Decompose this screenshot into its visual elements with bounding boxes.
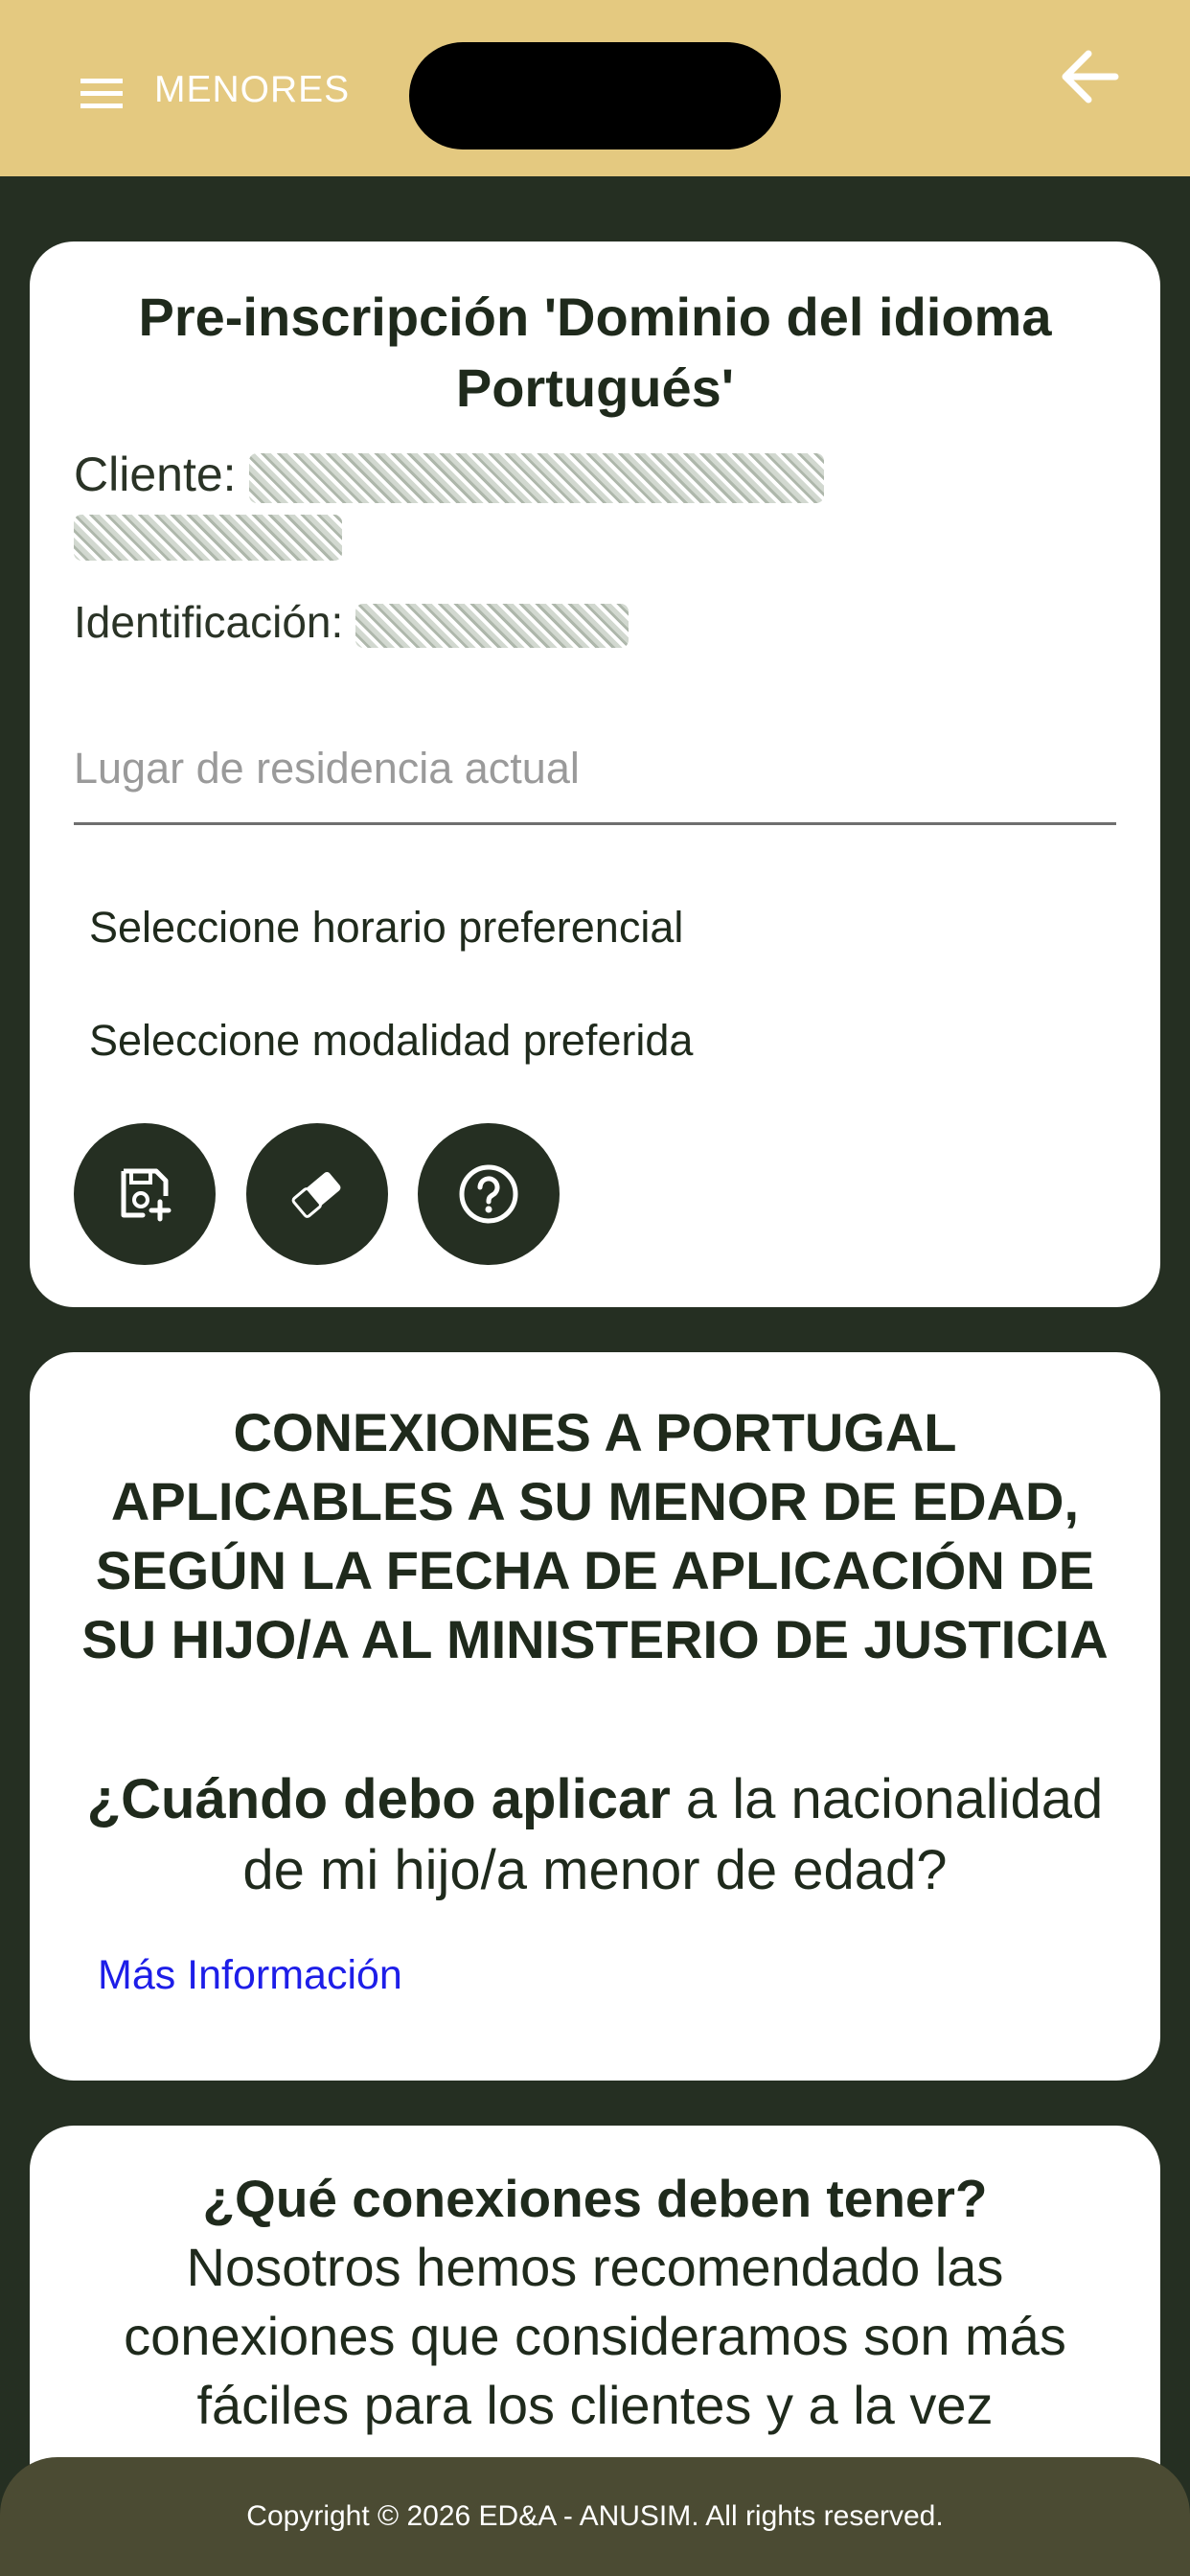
camera-notch xyxy=(409,42,781,150)
redacted-client-name xyxy=(249,452,825,503)
identification-row: Identificación: xyxy=(74,596,629,648)
schedule-select[interactable]: Seleccione horario preferencial xyxy=(89,903,683,953)
residence-input[interactable] xyxy=(74,730,1116,807)
footer: Copyright © 2026 ED&A - ANUSIM. All righ… xyxy=(0,2457,1190,2576)
redacted-identification xyxy=(355,603,629,648)
connections-question: ¿Cuándo debo aplicar a la nacionalidad d… xyxy=(30,1764,1160,1906)
client-label: Cliente: xyxy=(74,448,237,501)
identification-label: Identificación: xyxy=(74,597,344,647)
preinscription-card: Pre-inscripción 'Dominio del idioma Port… xyxy=(30,242,1160,1307)
save-button[interactable] xyxy=(74,1123,216,1265)
connections-card: CONEXIONES A PORTUGAL APLICABLES A SU ME… xyxy=(30,1352,1160,2081)
save-add-icon xyxy=(121,1168,172,1222)
hamburger-menu-icon[interactable] xyxy=(80,77,125,111)
top-app-bar: MENORES xyxy=(0,0,1190,176)
recommendation-title: ¿Qué conexiones deben tener? xyxy=(202,2169,988,2228)
clear-button[interactable] xyxy=(246,1123,388,1265)
page-title: MENORES xyxy=(154,69,351,110)
more-info-link[interactable]: Más Información xyxy=(98,1952,402,1999)
connections-title: CONEXIONES A PORTUGAL APLICABLES A SU ME… xyxy=(81,1402,1109,1669)
arrow-left-icon[interactable] xyxy=(1060,48,1119,105)
client-row: Cliente: xyxy=(74,447,825,561)
help-button[interactable] xyxy=(418,1123,560,1265)
help-circle-icon xyxy=(459,1164,518,1224)
copyright-text: Copyright © 2026 ED&A - ANUSIM. All righ… xyxy=(246,2500,944,2532)
modality-select[interactable]: Seleccione modalidad preferida xyxy=(89,1016,693,1066)
preinscription-title: Pre-inscripción 'Dominio del idioma Port… xyxy=(138,287,1052,418)
residence-field-wrapper xyxy=(74,730,1116,825)
eraser-icon xyxy=(291,1172,341,1218)
question-bold-text: ¿Cuándo debo aplicar xyxy=(86,1768,671,1830)
recommendation-body: Nosotros hemos recomendado las conexione… xyxy=(124,2237,1066,2435)
redacted-client-name-line2 xyxy=(74,514,342,561)
